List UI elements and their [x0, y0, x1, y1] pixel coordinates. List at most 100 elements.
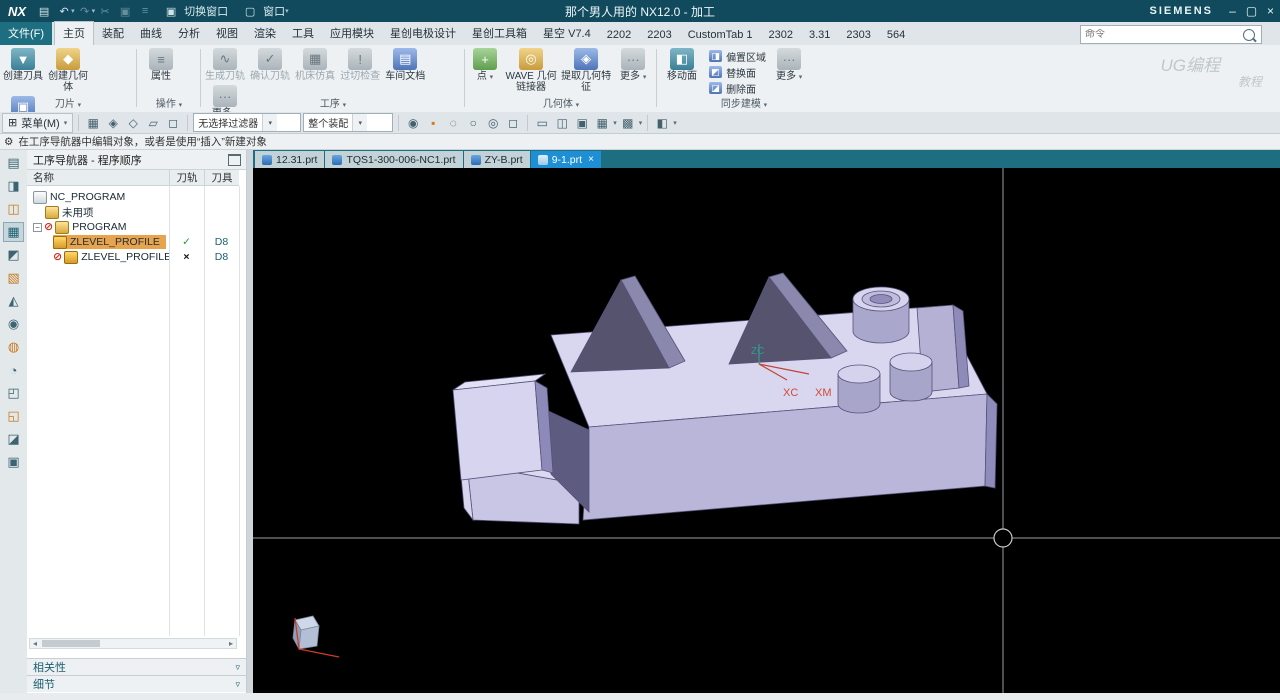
history-palette-icon[interactable]: ◔ [3, 360, 24, 380]
toolbar-icon-wcs[interactable]: ◉ [404, 114, 422, 132]
generate-toolpath-button[interactable]: ∿ 生成刀轨 [204, 45, 246, 82]
hd3d-tools-icon[interactable]: ◉ [3, 314, 24, 334]
group-label-operation[interactable]: 工序 ▾ [204, 95, 462, 110]
tab-assemblies[interactable]: 装配 [94, 22, 132, 45]
machine-tool-navigator-icon[interactable]: ◩ [3, 245, 24, 265]
offset-region-button[interactable]: ◨ 偏置区域 [707, 48, 768, 64]
selection-filter-dropdown[interactable]: 无选择过滤器 ▾ [193, 113, 302, 132]
minimize-button[interactable]: – [1223, 1, 1242, 21]
tab-home[interactable]: 主页 [54, 21, 95, 45]
window-button[interactable]: ▢ 窗口 ▾ [234, 1, 295, 21]
roles-icon[interactable]: ◪ [3, 429, 24, 449]
manufacturing-wizard-icon[interactable]: ◱ [3, 406, 24, 426]
verify-toolpath-button[interactable]: ✓ 确认刀轨 [249, 45, 291, 82]
tab-file[interactable]: 文件(F) [0, 22, 53, 45]
geometry-more-button[interactable]: ··· 更多 ▾ [615, 45, 651, 83]
column-header-toolpath[interactable]: 刀轨 [169, 170, 204, 186]
menu-button[interactable]: ⊞ 菜单(M) ▾ [2, 112, 74, 133]
toolbar-icon-snap-point[interactable]: ▪ [424, 114, 442, 132]
tab-custom[interactable]: CustomTab 1 [680, 26, 761, 45]
constraint-navigator-icon[interactable]: ◨ [3, 176, 24, 196]
print-icon[interactable]: ≡ [135, 2, 155, 20]
save-icon[interactable]: ▤ [34, 2, 54, 20]
group-label-operations[interactable]: 操作 ▾ [140, 95, 198, 110]
toolbar-icon-view-orient[interactable]: ▣ [573, 114, 591, 132]
assembly-navigator-icon[interactable]: ▤ [3, 153, 24, 173]
toolbar-icon-face-select[interactable]: ▱ [144, 114, 162, 132]
copy-icon[interactable]: ▣ [115, 2, 135, 20]
selection-scope-dropdown[interactable]: 整个装配 ▾ [303, 113, 394, 132]
file-tab-zyb[interactable]: ZY-B.prt [463, 151, 530, 168]
toolbar-icon-center[interactable]: ◎ [484, 114, 502, 132]
scroll-left-icon[interactable]: ◂ [30, 639, 40, 648]
redo-icon[interactable]: ↷ [75, 2, 95, 20]
wave-geometry-linker-button[interactable]: ◎ WAVE 几何链接器 [505, 45, 557, 93]
tree-row-zlevel-profile-copy[interactable]: ⊘ ZLEVEL_PROFILE_C... × D8 [27, 250, 239, 264]
toolbar-icon-body-select[interactable]: ◻ [164, 114, 182, 132]
navigator-hscrollbar[interactable]: ◂ ▸ [29, 638, 237, 649]
group-label-sync[interactable]: 同步建模 ▾ [660, 95, 828, 110]
tab-analysis[interactable]: 分析 [170, 22, 208, 45]
section-details[interactable]: 细节 ▿ [27, 675, 246, 692]
column-header-tool[interactable]: 刀具 [204, 170, 239, 186]
file-tab-1231[interactable]: 12.31.prt [255, 151, 325, 168]
file-tab-9-1-active[interactable]: 9-1.prt × [530, 151, 601, 168]
point-button[interactable]: + 点 ▾ [468, 45, 502, 83]
tab-render[interactable]: 渲染 [246, 22, 284, 45]
tab-application[interactable]: 应用模块 [322, 22, 382, 45]
extract-geometry-button[interactable]: ◈ 提取几何特征 [560, 45, 612, 93]
gouge-check-button[interactable]: ! 过切检查 [339, 45, 381, 82]
tab-curve[interactable]: 曲线 [132, 22, 170, 45]
system-materials-icon[interactable]: ▣ [3, 452, 24, 472]
tab-2303[interactable]: 2303 [838, 26, 878, 45]
create-tool-button[interactable]: ▼ 创建刀具 [2, 45, 44, 82]
toolbar-icon-select[interactable]: ▦ [84, 114, 102, 132]
command-finder[interactable] [1080, 25, 1262, 44]
file-tab-tqs1[interactable]: TQS1-300-006-NC1.prt [325, 151, 463, 168]
group-label-geometry[interactable]: 几何体 ▾ [468, 95, 654, 110]
tab-331[interactable]: 3.31 [801, 26, 838, 45]
tab-2202[interactable]: 2202 [599, 26, 639, 45]
tab-xingkong[interactable]: 星空 V7.4 [535, 22, 599, 45]
tree-row-zlevel-profile[interactable]: ZLEVEL_PROFILE ✓ D8 [27, 235, 239, 249]
shop-documentation-button[interactable]: ▤ 车间文档 [384, 45, 426, 82]
reuse-library-icon[interactable]: ▧ [3, 268, 24, 288]
close-button[interactable]: × [1261, 1, 1280, 21]
properties-button[interactable]: ≡ 属性 [140, 45, 182, 82]
move-face-button[interactable]: ◧ 移动面 [660, 45, 704, 82]
column-header-name[interactable]: 名称 [27, 170, 169, 186]
create-geometry-button[interactable]: ◆ 创建几何体 [47, 45, 89, 93]
graphics-window[interactable]: ZC XC XM [253, 168, 1280, 693]
toolbar-icon-endpoint[interactable]: ◌ [444, 114, 462, 132]
toolbar-icon-shading[interactable]: ▩ [619, 114, 637, 132]
scrollbar-thumb[interactable] [42, 640, 100, 647]
expander-icon[interactable]: − [33, 222, 42, 232]
operation-navigator-icon[interactable]: ▦ [3, 222, 24, 242]
toolbar-icon-midpoint[interactable]: ○ [464, 114, 482, 132]
group-label-insert[interactable]: 刀片 ▾ [2, 95, 134, 110]
tree-row-nc-program[interactable]: NC_PROGRAM [27, 190, 239, 204]
machine-simulation-button[interactable]: ▦ 机床仿真 [294, 45, 336, 82]
tab-2203[interactable]: 2203 [639, 26, 679, 45]
toolbar-icon-snap[interactable]: ◈ [104, 114, 122, 132]
close-tab-icon[interactable]: × [588, 154, 594, 165]
toolbar-icon-grid[interactable]: ◧ [653, 114, 671, 132]
tab-tools[interactable]: 工具 [284, 22, 322, 45]
toolbar-icon-quadrant[interactable]: ◻ [504, 114, 522, 132]
part-navigator-icon[interactable]: ◫ [3, 199, 24, 219]
toolbar-icon-display-mode[interactable]: ▦ [593, 114, 611, 132]
replace-face-button[interactable]: ◩ 替换面 [707, 64, 768, 80]
scroll-right-icon[interactable]: ▸ [226, 639, 236, 648]
web-browser-icon[interactable]: ◍ [3, 337, 24, 357]
maximize-button[interactable]: ▢ [1242, 1, 1261, 21]
tab-toolbox[interactable]: 星创工具箱 [464, 22, 535, 45]
section-dependencies[interactable]: 相关性 ▿ [27, 658, 246, 675]
cut-icon[interactable]: ✂ [95, 2, 115, 20]
command-search-input[interactable] [1081, 29, 1243, 40]
delete-face-button[interactable]: ◪ 删除面 [707, 80, 768, 96]
tab-564[interactable]: 564 [879, 26, 913, 45]
toolbar-icon-window[interactable]: ▭ [533, 114, 551, 132]
toolbar-icon-layer[interactable]: ◫ [553, 114, 571, 132]
float-panel-icon[interactable] [228, 153, 241, 166]
tab-2302[interactable]: 2302 [761, 26, 801, 45]
